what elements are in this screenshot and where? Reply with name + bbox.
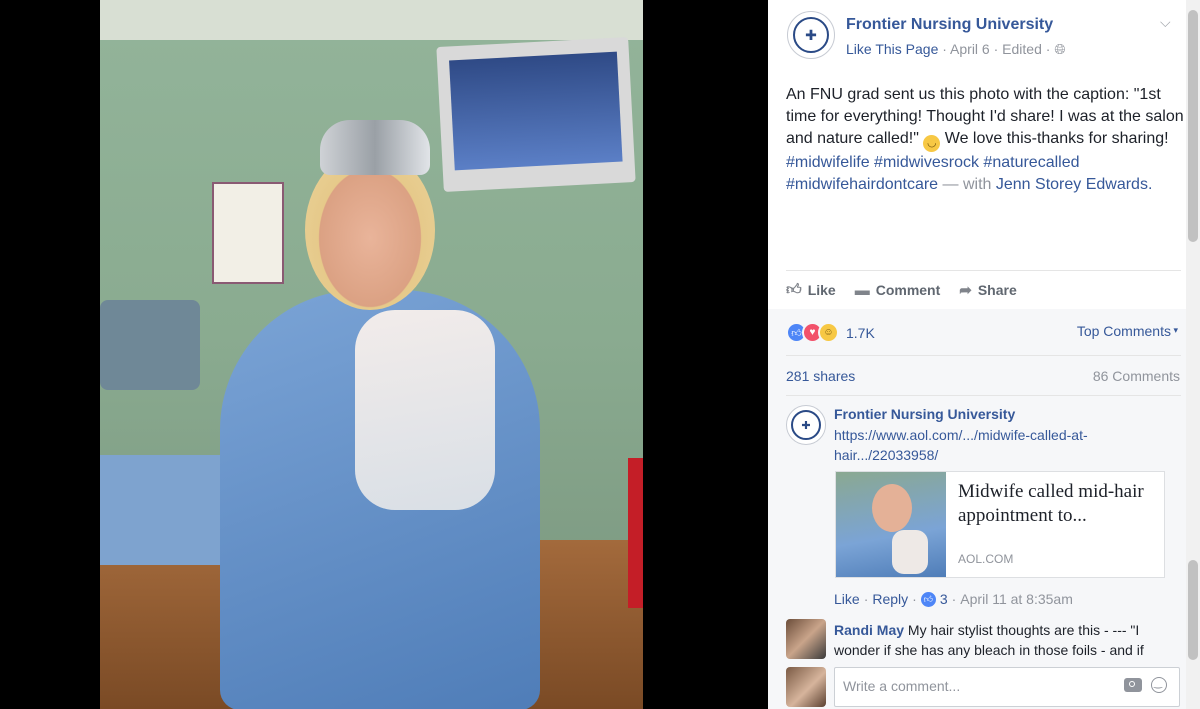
smile-emoji-icon: ◡ — [923, 135, 941, 152]
university-seal-icon: ✚ — [791, 410, 821, 440]
like-button[interactable]: 👍︎ Like — [786, 281, 836, 299]
post-caption-end: We love this-thanks for sharing! — [940, 130, 1169, 147]
divider — [786, 355, 1181, 356]
photo-person — [210, 120, 540, 709]
link-preview-thumbnail — [836, 472, 946, 577]
share-label: Share — [977, 282, 1017, 298]
feedback-section: 👍︎ ♥ ☺ 1.7K Top Comments ▾ 281 shares 86… — [768, 309, 1200, 709]
top-comments-label: Top Comments — [1076, 323, 1171, 339]
tagged-person[interactable]: Jenn Storey Edwards. — [996, 176, 1153, 193]
emoji-icon[interactable] — [1151, 677, 1167, 693]
photo-viewer — [0, 0, 768, 709]
hashtag-midwifelife[interactable]: #midwifelife — [786, 154, 870, 171]
scrollbar-thumb[interactable] — [1188, 10, 1198, 242]
post-panel: ✚ Frontier Nursing University Like This … — [768, 0, 1200, 709]
thumbs-up-icon: 👍︎ — [786, 281, 802, 298]
meta-separator: · — [942, 41, 951, 57]
top-comments-dropdown[interactable]: Top Comments ▾ — [1077, 323, 1178, 339]
current-user-avatar — [786, 667, 826, 707]
comment-icon: ▬ — [854, 281, 870, 299]
scrollbar[interactable] — [1186, 0, 1200, 709]
share-arrow-icon: ➦ — [959, 282, 972, 299]
like-page-link[interactable]: Like This Page — [846, 41, 938, 57]
like-label: Like — [807, 282, 836, 298]
post-actions: 👍︎ Like ▬ Comment ➦ Share — [786, 278, 1186, 302]
link-preview-title: Midwife called mid-hair appointment to..… — [958, 481, 1144, 526]
shares-count[interactable]: 281 shares — [786, 368, 855, 384]
action-separator: · — [912, 591, 917, 607]
link-preview-domain: AOL.COM — [958, 552, 1014, 566]
scrollbar-thumb[interactable] — [1188, 560, 1198, 660]
photo-baby — [355, 310, 495, 510]
caret-down-icon: ▾ — [1170, 325, 1178, 335]
with-label: — with — [938, 176, 996, 193]
hashtag-midwivesrock[interactable]: #midwivesrock — [874, 154, 979, 171]
comment-like-count[interactable]: 3 — [940, 591, 948, 607]
edited-label[interactable]: Edited — [1002, 41, 1042, 57]
hashtag-naturecalled[interactable]: #naturecalled — [983, 154, 1079, 171]
page-avatar[interactable]: ✚ — [787, 11, 835, 59]
thumbnail-baby — [892, 530, 928, 574]
thumbnail-person-head — [872, 484, 912, 532]
comment-composer — [834, 667, 1180, 707]
comment-label: Comment — [875, 282, 941, 298]
post-photo[interactable] — [100, 0, 643, 709]
divider — [786, 395, 1181, 396]
page-name[interactable]: Frontier Nursing University — [846, 16, 1053, 34]
comment-like-link[interactable]: Like — [834, 591, 860, 607]
comment-input[interactable] — [841, 677, 1105, 695]
camera-icon[interactable] — [1124, 678, 1142, 692]
post-date[interactable]: April 6 — [950, 41, 990, 57]
comment-actions: Like · Reply · 👍︎ 3 · April 11 at 8:35am — [834, 591, 1073, 607]
divider — [786, 270, 1181, 271]
comment-author[interactable]: Frontier Nursing University — [834, 406, 1015, 422]
hashtag-midwifehairdontcare[interactable]: #midwifehairdontcare — [786, 176, 938, 193]
like-reaction-icon: 👍︎ — [920, 591, 936, 607]
action-separator: · — [951, 591, 957, 607]
comment-date[interactable]: April 11 at 8:35am — [960, 591, 1073, 607]
reaction-count[interactable]: 1.7K — [846, 325, 875, 341]
comment-reply-link[interactable]: Reply — [872, 591, 908, 607]
photo-hair-foils — [320, 120, 430, 175]
university-seal-icon: ✚ — [793, 17, 829, 53]
photo-trash-bin — [628, 458, 643, 608]
post-text: An FNU grad sent us this photo with the … — [786, 84, 1186, 196]
action-separator: · — [863, 591, 869, 607]
commenter-avatar[interactable]: ✚ — [786, 405, 826, 445]
photo-ceiling — [100, 0, 643, 40]
share-button[interactable]: ➦ Share — [959, 281, 1017, 299]
commenter-avatar[interactable] — [786, 619, 826, 659]
chevron-down-icon[interactable]: ⌵ — [1160, 14, 1171, 31]
post-header: ✚ Frontier Nursing University Like This … — [768, 0, 1200, 70]
photo-chair — [100, 300, 200, 390]
meta-separator: · — [993, 41, 1003, 57]
comment-button[interactable]: ▬ Comment — [855, 282, 941, 299]
comments-count[interactable]: 86 Comments — [1093, 368, 1180, 384]
comment-body: Randi May My hair stylist thoughts are t… — [834, 620, 1164, 660]
comment-link[interactable]: https://www.aol.com/.../midwife-called-a… — [834, 425, 1124, 465]
link-preview-card[interactable]: Midwife called mid-hair appointment to..… — [835, 471, 1165, 578]
haha-reaction-icon: ☺ — [818, 322, 839, 343]
reaction-summary[interactable]: 👍︎ ♥ ☺ 1.7K — [786, 322, 875, 343]
globe-icon: 🌐︎ — [1054, 41, 1066, 57]
comment-author[interactable]: Randi May — [834, 622, 904, 638]
post-meta: Like This Page · April 6 · Edited · 🌐︎ — [846, 41, 1066, 58]
